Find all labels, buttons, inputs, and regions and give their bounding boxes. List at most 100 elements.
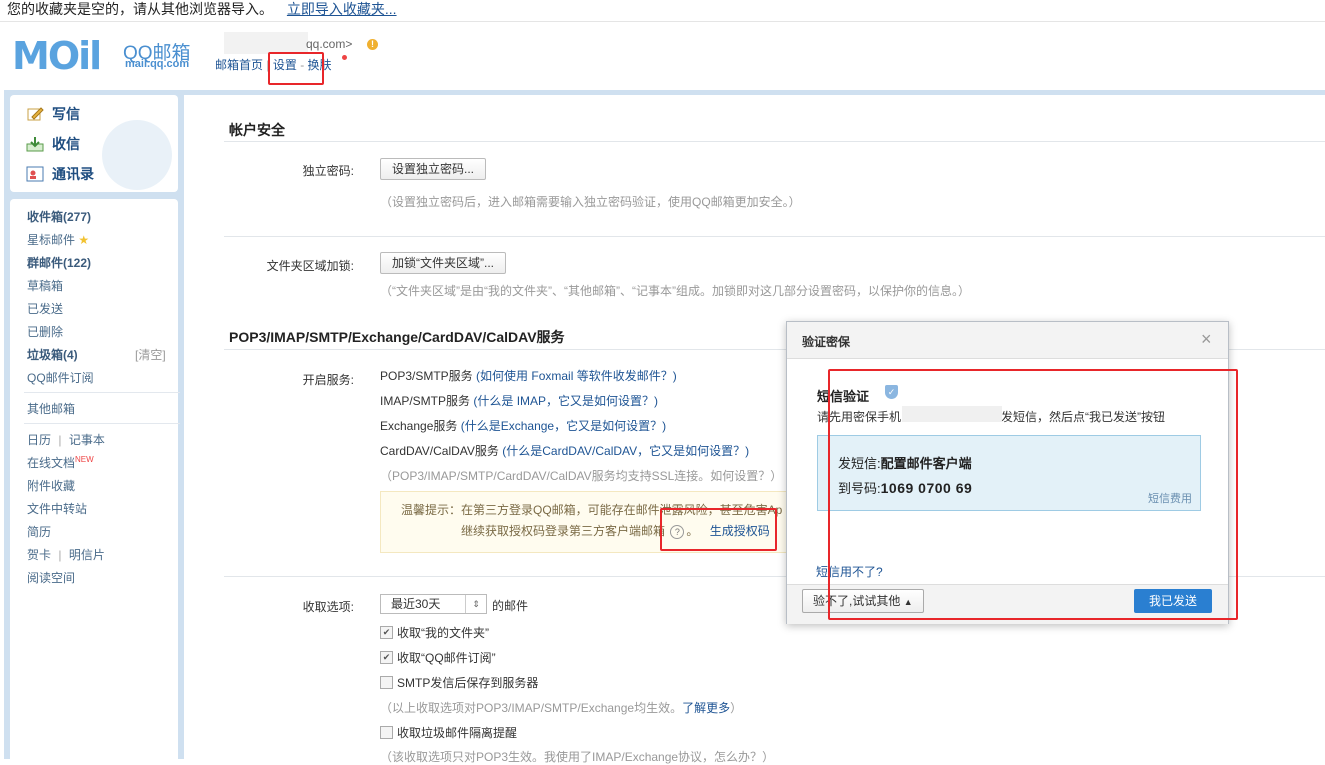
checkbox-unchecked[interactable] (380, 726, 393, 739)
enable-service-label: 开启服务: (302, 373, 354, 387)
favorites-notice-text: 您的收藏夹是空的，请从其他浏览器导入。 (7, 1, 273, 17)
mail-logo[interactable]: MOil (12, 34, 102, 78)
account-security-title: 帐户安全 (229, 122, 285, 138)
contacts-icon (26, 166, 44, 182)
pipe-divider: | (58, 433, 62, 447)
divider (224, 141, 1325, 142)
account-name[interactable]: qq.com> (306, 37, 352, 51)
checkbox-unchecked[interactable] (380, 676, 393, 689)
contacts-button[interactable]: 通讯录 (26, 164, 94, 184)
shield-icon: ✓ (885, 385, 898, 399)
calendar-notebook-row: 日历 | 记事本 (27, 431, 105, 448)
divider (24, 423, 180, 424)
close-icon[interactable]: × (1201, 330, 1212, 348)
folder-inbox[interactable]: 收件箱(277) (27, 208, 91, 225)
imap-service-row: IMAP/SMTP服务 (什么是 IMAP，它又是如何设置？) (380, 394, 659, 408)
learn-more-link[interactable]: 了解更多 (682, 701, 730, 715)
folder-subscriptions[interactable]: QQ邮件订阅 (27, 369, 94, 386)
pop3-service-row: POP3/SMTP服务 (如何使用 Foxmail 等软件收发邮件？) (380, 369, 677, 383)
divider (224, 236, 1325, 237)
cards-row: 贺卡 | 明信片 (27, 546, 105, 563)
independent-password-label: 独立密码: (302, 164, 354, 178)
folder-lock-label: 文件夹区域加锁: (266, 259, 354, 273)
folder-group[interactable]: 群邮件(122) (27, 254, 91, 271)
try-other-button[interactable]: 验不了,试试其他 ▲ (802, 589, 924, 613)
security-tip-box: 温馨提示：在第三方登录QQ邮箱，可能存在邮件泄露风险，甚至危害Ap 继续获取授权… (380, 491, 792, 553)
notebook-link[interactable]: 记事本 (69, 433, 105, 447)
file-transfer-link[interactable]: 文件中转站 (27, 500, 87, 517)
receive-suffix: 的邮件 (492, 599, 529, 613)
receive-button[interactable]: 收信 (26, 134, 80, 154)
postcard-link[interactable]: 明信片 (69, 548, 105, 562)
write-button[interactable]: 写信 (26, 104, 80, 124)
sms-fee-link[interactable]: 短信费用 (1148, 490, 1192, 506)
receive-hint-2: （该收取选项只对POP3生效。我使用了IMAP/Exchange协议，怎么办？） (380, 750, 775, 764)
sms-content-row: 发短信:配置邮件客户端 (838, 456, 972, 471)
reading-space-link[interactable]: 阅读空间 (27, 569, 75, 586)
select-arrow-icon: ⇕ (465, 595, 486, 613)
exchange-help-link[interactable]: (什么是Exchange，它又是如何设置？) (461, 419, 666, 433)
folder-list-panel: 收件箱(277) 星标邮件 ★ 群邮件(122) 草稿箱 已发送 已删除 垃圾箱… (10, 199, 180, 759)
star-icon: ★ (78, 233, 90, 247)
set-password-button[interactable]: 设置独立密码... (380, 158, 487, 180)
mail-home-link[interactable]: 邮箱首页 (215, 58, 263, 72)
greeting-card-link[interactable]: 贺卡 (27, 548, 51, 562)
exchange-service-row: Exchange服务 (什么是Exchange，它又是如何设置？) (380, 419, 667, 433)
skin-link[interactable]: 换肤 (308, 58, 332, 72)
pipe-divider: | (58, 548, 62, 562)
skin-new-dot (342, 55, 347, 60)
checkbox-checked[interactable]: ✔ (380, 651, 393, 664)
option-smtp-save[interactable]: SMTP发信后保存到服务器 (380, 674, 538, 691)
imap-help-link[interactable]: (什么是 IMAP，它又是如何设置？) (473, 394, 658, 408)
divider (24, 392, 180, 393)
folder-drafts[interactable]: 草稿箱 (27, 277, 63, 294)
penguin-decoration-icon (102, 120, 172, 190)
online-docs-link[interactable]: 在线文档NEW (27, 454, 94, 471)
option-my-folders[interactable]: ✔ 收取“我的文件夹” (380, 624, 489, 641)
receive-options-label: 收取选项: (302, 600, 354, 614)
write-icon (26, 106, 44, 122)
calendar-link[interactable]: 日历 (27, 433, 51, 447)
receive-range-select[interactable]: 最近30天 ⇕ (380, 594, 487, 614)
receive-hint-1: （以上收取选项对POP3/IMAP/SMTP/Exchange均生效。了解更多） (380, 701, 743, 715)
sms-verify-title: 短信验证 (817, 389, 870, 404)
warning-icon[interactable]: ! (367, 39, 378, 50)
tip-line-2: 继续获取授权码登录第三方客户端邮箱 ?。 生成授权码 (461, 524, 770, 539)
security-verify-dialog: 验证密保 × 短信验证 ✓ 请先用密保手机 发短信，然后点“我已发送”按钮 发短信… (786, 321, 1229, 624)
help-circle-icon[interactable]: ? (670, 525, 685, 539)
folder-deleted[interactable]: 已删除 (27, 323, 63, 340)
services-title: POP3/IMAP/SMTP/Exchange/CardDAV/CalDAV服务 (229, 329, 565, 345)
attachments-link[interactable]: 附件收藏 (27, 477, 75, 494)
phone-redacted (902, 406, 1002, 422)
checkbox-checked[interactable]: ✔ (380, 626, 393, 639)
link-dash: - (300, 58, 305, 72)
option-spam-alert[interactable]: 收取垃圾邮件隔离提醒 (380, 724, 517, 741)
folder-lock-hint: （“文件夹区域”是由“我的文件夹”、“其他邮箱”、“记事本”组成。加锁即对这几部… (380, 284, 970, 298)
new-badge: NEW (75, 455, 94, 464)
favorites-notice-bar: 您的收藏夹是空的，请从其他浏览器导入。 立即导入收藏夹... (0, 0, 1325, 22)
dialog-title: 验证密保 (802, 335, 851, 349)
folder-other-mail[interactable]: 其他邮箱 (27, 400, 75, 417)
sms-number-row: 到号码:1069 0700 69 (838, 480, 973, 496)
settings-link[interactable]: 设置 (273, 58, 297, 72)
lock-folder-button[interactable]: 加锁“文件夹区域”... (380, 252, 506, 274)
resume-link[interactable]: 简历 (27, 523, 51, 540)
import-favorites-link[interactable]: 立即导入收藏夹... (287, 1, 397, 17)
folder-starred[interactable]: 星标邮件 ★ (27, 231, 89, 248)
dialog-header (787, 322, 1228, 359)
sms-unavailable-link[interactable]: 短信用不了? (816, 563, 883, 580)
sms-info-box: 发短信:配置邮件客户端 到号码:1069 0700 69 短信费用 (817, 435, 1201, 511)
account-redacted (224, 32, 308, 54)
folder-spam[interactable]: 垃圾箱(4) (27, 346, 78, 363)
spam-clear-link[interactable]: [清空] (135, 346, 166, 363)
carddav-help-link[interactable]: (什么是CardDAV/CalDAV，它又是如何设置？) (502, 444, 749, 458)
triangle-up-icon: ▲ (903, 597, 913, 607)
folder-sent[interactable]: 已发送 (27, 300, 63, 317)
i-have-sent-button[interactable]: 我已发送 (1134, 589, 1212, 613)
generate-auth-code-link[interactable]: 生成授权码 (710, 524, 770, 538)
option-subscriptions[interactable]: ✔ 收取“QQ邮件订阅” (380, 649, 496, 666)
pop3-help-link[interactable]: (如何使用 Foxmail 等软件收发邮件？) (476, 369, 677, 383)
password-hint: （设置独立密码后，进入邮箱需要输入独立密码验证，使用QQ邮箱更加安全。） (380, 195, 801, 209)
ssl-hint: （POP3/IMAP/SMTP/CardDAV/CalDAV服务均支持SSL连接… (380, 469, 783, 483)
qq-mail-url: mail.qq.com (125, 58, 190, 70)
